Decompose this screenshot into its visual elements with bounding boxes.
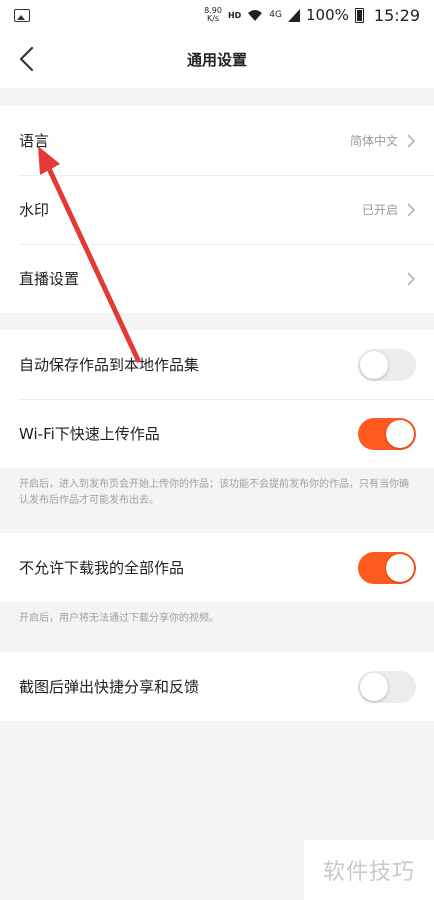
settings-group-general: 语言 简体中文 水印 已开启 直播设置: [0, 106, 434, 313]
screenshot-share-toggle[interactable]: [358, 670, 416, 703]
back-button[interactable]: [12, 44, 40, 74]
toggle-knob: [386, 419, 414, 448]
wifi-icon: [248, 9, 263, 21]
setting-label: 自动保存作品到本地作品集: [19, 356, 200, 374]
network-speed: 8.90 K/s: [204, 7, 222, 23]
toggle-knob: [360, 350, 388, 379]
section-gap: [0, 88, 434, 106]
setting-row-wifi-upload: Wi-Fi下快速上传作品: [0, 399, 434, 468]
setting-row-screenshot-share: 截图后弹出快捷分享和反馈: [0, 652, 434, 721]
cell-signal-icon: [288, 8, 300, 22]
download-note: 开启后，用户将无法通过下载分享你的视频。: [0, 602, 434, 652]
battery-percent: 100%: [306, 6, 349, 24]
page-title: 通用设置: [186, 50, 247, 69]
chevron-right-icon: [407, 271, 416, 286]
chevron-right-icon: [407, 202, 416, 217]
setting-label: 截图后弹出快捷分享和反馈: [19, 678, 200, 696]
chevron-left-icon: [19, 46, 34, 72]
status-bar: 8.90 K/s HD 4G 100% 15:29: [0, 0, 434, 30]
nav-header: 通用设置: [0, 30, 434, 88]
disallow-download-toggle[interactable]: [358, 551, 416, 584]
toggle-knob: [360, 672, 388, 701]
toggle-knob: [386, 553, 414, 582]
auto-save-toggle[interactable]: [358, 348, 416, 381]
setting-row-watermark[interactable]: 水印 已开启: [0, 175, 434, 244]
setting-row-live-settings[interactable]: 直播设置: [0, 244, 434, 313]
setting-row-language[interactable]: 语言 简体中文: [0, 106, 434, 175]
setting-value: 简体中文: [349, 134, 398, 148]
section-gap: [0, 313, 434, 330]
hd-indicator: HD: [227, 10, 242, 20]
settings-group-download: 不允许下载我的全部作品: [0, 533, 434, 602]
setting-value: 已开启: [361, 203, 398, 217]
setting-row-auto-save: 自动保存作品到本地作品集: [0, 330, 434, 399]
wifi-upload-note: 开启后，进入到发布页会开始上传你的作品；该功能不会提前发布你的作品，只有当你确认…: [0, 468, 434, 533]
signal-type: 4G: [269, 10, 282, 20]
setting-label: 语言: [19, 132, 50, 150]
setting-label: 水印: [19, 201, 50, 219]
clock: 15:29: [373, 5, 420, 25]
status-indicators: 8.90 K/s HD 4G 100% 15:29: [204, 6, 420, 25]
chevron-right-icon: [407, 133, 416, 148]
battery-icon: [354, 7, 364, 23]
wifi-upload-toggle[interactable]: [358, 417, 416, 450]
settings-group-screenshot: 截图后弹出快捷分享和反馈: [0, 652, 434, 721]
setting-label: 不允许下载我的全部作品: [19, 559, 185, 577]
gallery-notification-icon: [14, 8, 30, 22]
network-speed-unit: K/s: [206, 14, 220, 23]
settings-group-upload: 自动保存作品到本地作品集 Wi-Fi下快速上传作品: [0, 330, 434, 468]
setting-label: Wi-Fi下快速上传作品: [19, 425, 160, 443]
setting-row-disallow-download: 不允许下载我的全部作品: [0, 533, 434, 602]
setting-label: 直播设置: [19, 270, 80, 288]
watermark-text: 软件技巧: [304, 840, 434, 900]
